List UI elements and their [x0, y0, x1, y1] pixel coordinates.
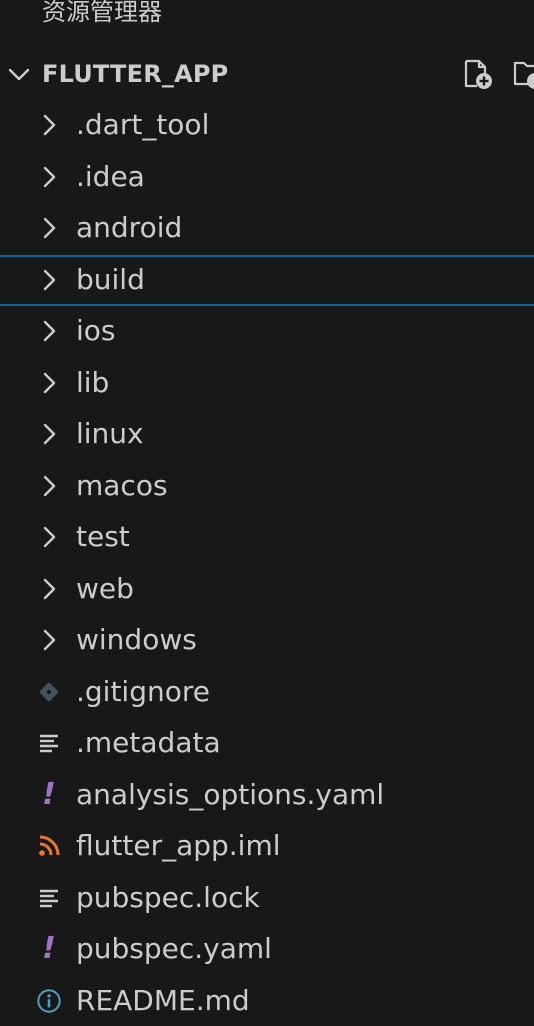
explorer-pane: 资源管理器 FLUTTER_APP .dart_tool .idea android… — [0, 0, 534, 1026]
tree-item-label: macos — [76, 468, 168, 502]
chevron-right-icon[interactable] — [36, 318, 62, 344]
yaml-icon: ! — [42, 776, 56, 812]
chevron-right-icon[interactable] — [36, 164, 62, 190]
section-title: FLUTTER_APP — [42, 60, 229, 88]
lines-icon — [36, 730, 62, 756]
rss-icon — [36, 833, 62, 859]
new-file-icon[interactable] — [460, 56, 496, 92]
chevron-right-icon[interactable] — [36, 524, 62, 550]
tree-item-label: .dart_tool — [76, 108, 210, 141]
info-icon — [36, 988, 62, 1014]
file-item-analysis-options-yaml[interactable]: ! analysis_options.yaml — [0, 770, 534, 822]
explorer-title: 资源管理器 — [42, 0, 162, 26]
tree-item-label: linux — [76, 417, 144, 450]
folder-item-ios[interactable]: ios — [0, 306, 534, 358]
tree-item-label: .gitignore — [76, 674, 210, 708]
new-folder-icon[interactable] — [510, 56, 534, 92]
tree-item-label: android — [76, 211, 183, 244]
yaml-icon: ! — [42, 931, 56, 966]
tree-item-label: windows — [76, 623, 197, 656]
tree-item-label: pubspec.lock — [76, 880, 260, 914]
chevron-right-icon[interactable] — [36, 421, 62, 447]
folder-item-android[interactable]: android — [0, 203, 534, 255]
tree-item-label: analysis_options.yaml — [76, 777, 385, 811]
folder-item-windows[interactable]: windows — [0, 615, 534, 667]
file-item-pubspec-lock[interactable]: pubspec.lock — [0, 873, 534, 925]
file-item-dot-gitignore[interactable]: .gitignore — [0, 667, 534, 719]
file-item-readme-md[interactable]: README.md — [0, 976, 534, 1026]
chevron-right-icon[interactable] — [36, 576, 62, 602]
tree-item-label: flutter_app.iml — [76, 829, 281, 862]
folder-item-dot-dart-tool[interactable]: .dart_tool — [0, 100, 534, 152]
section-header-flutter-app[interactable]: FLUTTER_APP — [0, 50, 534, 98]
chevron-right-icon[interactable] — [36, 215, 62, 241]
file-tree: .dart_tool .idea android build ios lib linux ma… — [0, 100, 534, 1026]
chevron-right-icon[interactable] — [36, 473, 62, 499]
chevron-right-icon[interactable] — [36, 370, 62, 396]
file-item-dot-metadata[interactable]: .metadata — [0, 718, 534, 770]
chevron-down-icon[interactable] — [6, 62, 32, 88]
folder-item-macos[interactable]: macos — [0, 461, 534, 513]
tree-item-label: .idea — [76, 159, 145, 193]
chevron-right-icon[interactable] — [36, 627, 62, 653]
tree-item-label: test — [76, 520, 130, 553]
tree-item-label: README.md — [76, 983, 250, 1017]
folder-item-build[interactable]: build — [0, 254, 534, 306]
folder-item-linux[interactable]: linux — [0, 409, 534, 461]
chevron-right-icon[interactable] — [36, 112, 62, 138]
lines-icon — [36, 885, 62, 911]
tree-item-label: pubspec.yaml — [76, 932, 272, 965]
file-item-pubspec-yaml[interactable]: ! pubspec.yaml — [0, 924, 534, 976]
file-item-flutter-app-iml[interactable]: flutter_app.iml — [0, 821, 534, 873]
tree-item-label: ios — [76, 314, 116, 347]
git-icon — [36, 679, 62, 705]
folder-item-lib[interactable]: lib — [0, 358, 534, 410]
folder-item-dot-idea[interactable]: .idea — [0, 152, 534, 204]
chevron-right-icon[interactable] — [36, 267, 62, 293]
tree-item-label: .metadata — [76, 726, 221, 759]
folder-item-web[interactable]: web — [0, 564, 534, 616]
folder-item-test[interactable]: test — [0, 512, 534, 564]
tree-item-label: lib — [76, 365, 110, 399]
tree-item-label: build — [76, 262, 145, 296]
tree-item-label: web — [76, 571, 134, 605]
